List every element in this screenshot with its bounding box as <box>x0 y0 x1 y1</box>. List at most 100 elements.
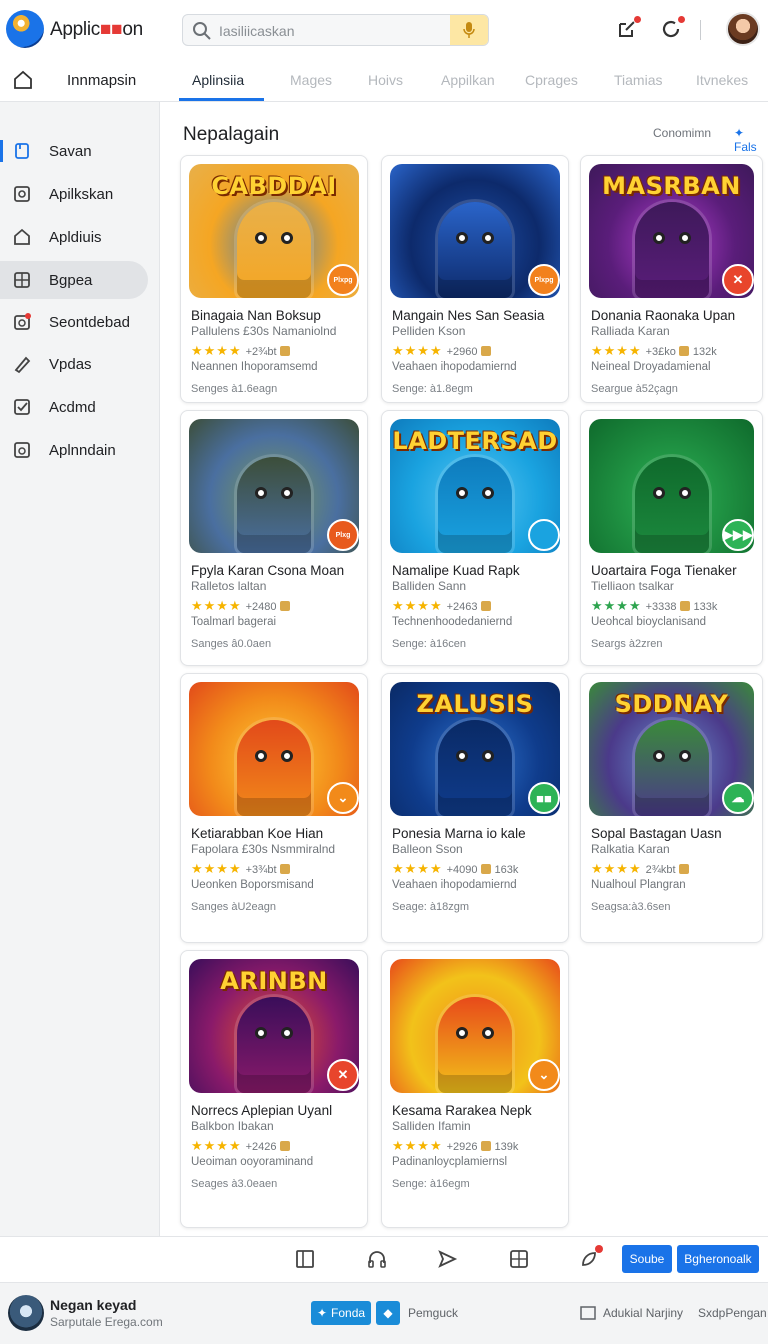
sidebar-active-bar <box>0 140 3 162</box>
app-thumbnail[interactable]: ⌄ <box>390 959 560 1093</box>
app-thumbnail[interactable]: Plxg <box>189 419 359 553</box>
sidebar-item-videos[interactable]: Vpdas <box>0 345 148 383</box>
sidebar-item-home[interactable]: Apldiuis <box>0 218 148 256</box>
app-card[interactable]: Plxg Fpyla Karan Csona Moan Ralletos lalta… <box>180 410 368 666</box>
app-card[interactable]: ▶▶▶ Uoartaira Foga Tienaker Tielliaon tsal… <box>580 410 763 666</box>
filter-link[interactable]: ✦ Fals <box>734 126 768 154</box>
app-title-pre: Applic <box>50 19 100 40</box>
tab-home[interactable]: Innmapsin <box>67 72 136 89</box>
app-thumbnail[interactable]: LADTERSAD <box>390 419 560 553</box>
game-art-title: CABDDAI <box>211 172 337 200</box>
app-card[interactable]: ZALUSIS ■■ Ponesia Marna io kale Balleon Ss… <box>381 673 569 943</box>
app-card[interactable]: ⌄ Ketiarabban Koe Hian Fapolara £30s Nsmmi… <box>180 673 368 943</box>
game-character <box>438 997 512 1093</box>
app-thumbnail[interactable]: ▶▶▶ <box>589 419 754 553</box>
game-art-title: MASRBAN <box>602 172 741 200</box>
profile-site[interactable]: Sarputale Erega.com <box>50 1315 163 1329</box>
sidebar-item-apps[interactable]: Apilkskan <box>0 175 148 213</box>
app-card[interactable]: CABDDAI Plxpg Binagaia Nan Boksup Pallulens… <box>180 155 368 403</box>
app-rating: ★★★★ +3338 133k <box>591 598 717 614</box>
game-character <box>237 457 311 553</box>
app-title: Mangain Nes San Seasia <box>392 308 545 323</box>
lock-icon <box>678 864 689 874</box>
app-developer: Salliden Ifamin <box>392 1119 471 1133</box>
sidebar-item-saved[interactable]: Savan <box>0 132 148 170</box>
tab-networks[interactable]: Itvnekes <box>696 72 748 88</box>
sidebar-item-grid[interactable]: Bgpea <box>0 261 148 299</box>
profile-avatar[interactable] <box>8 1295 44 1331</box>
app-size: Seages à3.0eaen <box>191 1178 278 1190</box>
app-size: Seagsa:à3.6sen <box>591 901 671 913</box>
tab-hours[interactable]: Hoivs <box>368 72 403 88</box>
save-button[interactable]: Soube <box>622 1245 672 1273</box>
voice-search-button[interactable] <box>450 15 488 45</box>
refresh-button[interactable] <box>660 15 686 42</box>
search-icon <box>193 22 211 40</box>
headphones-icon[interactable] <box>366 1248 388 1270</box>
diamond-button[interactable]: ◆ <box>376 1301 400 1325</box>
tab-apps[interactable]: Aplinsiia <box>192 72 244 88</box>
browse-button[interactable]: Bgheronoalk <box>677 1245 759 1273</box>
window-icon <box>580 1306 596 1320</box>
game-character <box>438 720 512 816</box>
user-avatar[interactable] <box>726 12 760 46</box>
app-developer: Balliden Sann <box>392 579 467 593</box>
send-icon[interactable] <box>436 1248 458 1270</box>
app-thumbnail[interactable]: ARINBN ✕ <box>189 959 359 1093</box>
app-size: Senge: à16cen <box>392 638 467 650</box>
app-card[interactable]: SDDNAY ☁ Sopal Bastagan Uasn Ralkatia Karan… <box>580 673 763 943</box>
app-badge: ▶▶▶ <box>722 519 754 551</box>
sidebar-item-downloads[interactable]: Seontdebad <box>0 303 148 341</box>
rating-count: +3£ko <box>645 346 676 358</box>
app-logo-icon[interactable] <box>6 10 44 48</box>
app-category: Neineal Droyadamienal <box>591 361 711 373</box>
character-eye <box>255 232 267 244</box>
sidebar-item-accounts[interactable]: Acdmd <box>0 388 148 426</box>
app-thumbnail[interactable]: Plxpg <box>390 164 560 298</box>
tab-applications[interactable]: Appilkan <box>441 72 495 88</box>
tab-themes[interactable]: Tiamias <box>614 72 663 88</box>
app-developer: Pallulens £30s Namaniolnd <box>191 324 337 338</box>
rating-count: +3338 <box>645 601 677 613</box>
twitter-icon: ✦ <box>316 1306 328 1320</box>
twitter-button[interactable]: ✦ Fonda <box>311 1301 371 1325</box>
sidebar: Savan Apilkskan Apldiuis Bgpea Seontdeba… <box>0 102 160 1236</box>
app-thumbnail[interactable]: SDDNAY ☁ <box>589 682 754 816</box>
app-card[interactable]: ARINBN ✕ Norrecs Aplepian Uyanl Balkbon Iba… <box>180 950 368 1228</box>
bookmark-icon <box>15 143 29 159</box>
lock-icon <box>480 1141 491 1151</box>
search-box[interactable]: Iasiliicaskan <box>182 14 489 46</box>
notifications-button[interactable] <box>616 15 642 42</box>
search-placeholder[interactable]: Iasiliicaskan <box>219 23 294 39</box>
character-eye <box>456 232 468 244</box>
see-more-link[interactable]: Conomimn <box>653 126 711 140</box>
footer-link-feedback[interactable]: Pemguck <box>408 1306 458 1320</box>
microphone-icon <box>463 22 475 38</box>
footer: Negan keyad Sarputale Erega.com ✦ Fonda … <box>0 1282 768 1344</box>
home-icon[interactable] <box>12 69 34 91</box>
app-thumbnail[interactable]: CABDDAI Plxpg <box>189 164 359 298</box>
app-card[interactable]: Plxpg Mangain Nes San Seasia Pelliden Kson… <box>381 155 569 403</box>
app-size: Seargue à52çagn <box>591 383 678 395</box>
app-title-red: ■■ <box>99 19 123 40</box>
lock-icon <box>279 346 290 356</box>
alerts-button[interactable] <box>578 1245 603 1270</box>
rating-count: +2480 <box>245 601 277 613</box>
app-thumbnail[interactable]: ⌄ <box>189 682 359 816</box>
footer-link-support[interactable]: SxdpPengan <box>698 1306 767 1320</box>
app-thumbnail[interactable]: ZALUSIS ■■ <box>390 682 560 816</box>
app-card[interactable]: LADTERSAD Namalipe Kuad Rapk Balliden Sann… <box>381 410 569 666</box>
app-thumbnail[interactable]: MASRBAN ✕ <box>589 164 754 298</box>
app-card[interactable]: ⌄ Kesama Rarakea Nepk Salliden Ifamin ★★★★ +… <box>381 950 569 1228</box>
calculator-icon[interactable] <box>508 1248 530 1270</box>
downloads-icon <box>14 313 31 330</box>
character-eye <box>482 487 494 499</box>
tab-pages[interactable]: Cprages <box>525 72 578 88</box>
app-title: Norrecs Aplepian Uyanl <box>191 1103 333 1118</box>
sidebar-item-library[interactable]: Aplnndain <box>0 431 148 469</box>
app-title: Uoartaira Foga Tienaker <box>591 563 737 578</box>
tab-games[interactable]: Mages <box>290 72 332 88</box>
app-card[interactable]: MASRBAN ✕ Donania Raonaka Upan Ralliada Kar… <box>580 155 763 403</box>
book-icon[interactable] <box>294 1248 316 1270</box>
footer-link-about[interactable]: Adukial Narjiny <box>603 1306 683 1320</box>
